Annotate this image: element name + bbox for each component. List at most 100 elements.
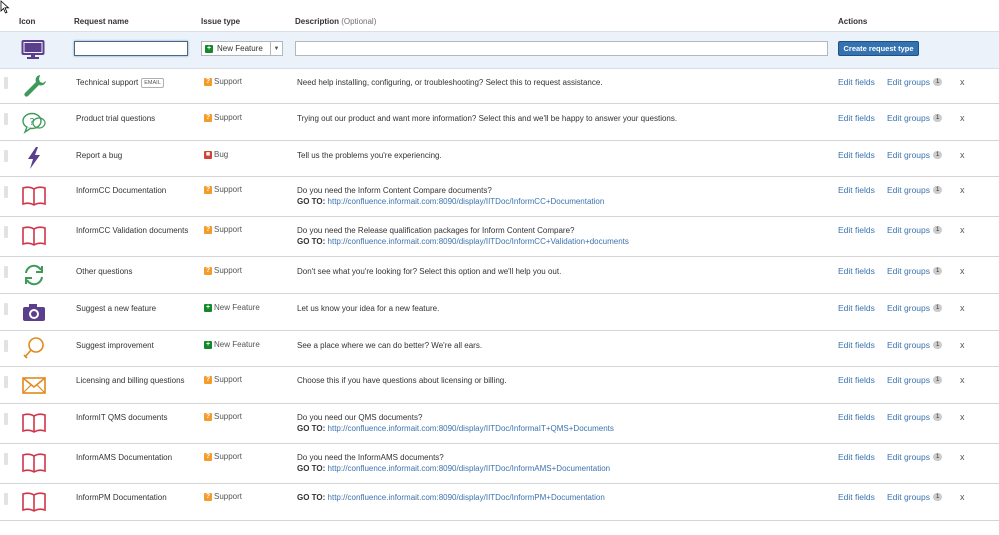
drag-handle-icon[interactable] xyxy=(4,186,8,198)
groups-count-badge: 1 xyxy=(933,341,943,349)
documentation-link[interactable]: http://confluence.informait.com:8090/dis… xyxy=(328,464,611,473)
edit-fields-link[interactable]: Edit fields xyxy=(838,150,875,160)
remove-button[interactable]: x xyxy=(960,340,965,350)
remove-button[interactable]: x xyxy=(960,375,965,385)
description: Need help installing, configuring, or tr… xyxy=(297,77,827,88)
goto-label: GO TO: xyxy=(297,493,326,502)
edit-groups-link[interactable]: Edit groups 1 xyxy=(887,225,943,235)
drag-handle-icon[interactable] xyxy=(4,113,8,125)
wrench-icon[interactable] xyxy=(21,73,47,97)
issue-type: ? Support xyxy=(204,77,242,86)
description-text: Do you need the Inform Content Compare d… xyxy=(297,186,492,195)
edit-groups-link[interactable]: Edit groups 1 xyxy=(887,375,943,385)
description-text: Choose this if you have questions about … xyxy=(297,376,507,385)
request-name: Suggest a new feature xyxy=(76,303,191,314)
issue-type-label: New Feature xyxy=(214,303,260,312)
book-icon[interactable] xyxy=(21,411,47,435)
create-request-type-button[interactable]: Create request type xyxy=(838,41,919,56)
edit-groups-link[interactable]: Edit groups 1 xyxy=(887,113,943,123)
edit-groups-link[interactable]: Edit groups 1 xyxy=(887,412,943,422)
request-name-label: InformCC Validation documents xyxy=(76,226,189,235)
remove-button[interactable]: x xyxy=(960,266,965,276)
drag-handle-icon[interactable] xyxy=(4,413,8,425)
edit-fields-link[interactable]: Edit fields xyxy=(838,412,875,422)
speech-question-icon[interactable]: ? xyxy=(21,110,47,134)
edit-groups-link[interactable]: Edit groups 1 xyxy=(887,452,943,462)
remove-button[interactable]: x xyxy=(960,492,965,502)
description: See a place where we can do better? We'r… xyxy=(297,340,827,351)
documentation-link[interactable]: http://confluence.informait.com:8090/dis… xyxy=(328,237,629,246)
request-name: InformAMS Documentation xyxy=(76,452,191,463)
request-type-row: Other questions ? Support Don't see what… xyxy=(0,256,999,294)
edit-fields-link[interactable]: Edit fields xyxy=(838,492,875,502)
edit-groups-link[interactable]: Edit groups 1 xyxy=(887,340,943,350)
drag-handle-icon[interactable] xyxy=(4,453,8,465)
edit-fields-link[interactable]: Edit fields xyxy=(838,185,875,195)
groups-count-badge: 1 xyxy=(933,78,943,86)
issue-type-label: Support xyxy=(214,266,243,275)
book-icon[interactable] xyxy=(21,184,47,208)
description-input[interactable] xyxy=(295,41,828,56)
lightning-icon[interactable] xyxy=(21,146,47,170)
description-text: Do you need the InformAMS documents? xyxy=(297,453,444,462)
refresh-icon[interactable] xyxy=(21,263,47,287)
drag-handle-icon[interactable] xyxy=(4,376,8,388)
drag-handle-icon[interactable] xyxy=(4,303,8,315)
drag-handle-icon[interactable] xyxy=(4,493,8,505)
issue-type-label: Support xyxy=(214,225,243,234)
edit-fields-link[interactable]: Edit fields xyxy=(838,113,875,123)
edit-groups-link[interactable]: Edit groups 1 xyxy=(887,185,943,195)
request-type-row: Report a bug ■ Bug Tell us the problems … xyxy=(0,140,999,177)
book-icon[interactable] xyxy=(21,490,47,514)
edit-groups-link[interactable]: Edit groups 1 xyxy=(887,77,943,87)
issue-type-select[interactable]: + New Feature ▼ xyxy=(201,41,283,56)
edit-fields-link[interactable]: Edit fields xyxy=(838,340,875,350)
remove-button[interactable]: x xyxy=(960,185,965,195)
book-icon[interactable] xyxy=(21,451,47,475)
chevron-down-icon[interactable]: ▼ xyxy=(270,42,282,55)
support-icon: ? xyxy=(204,113,212,122)
edit-groups-link[interactable]: Edit groups 1 xyxy=(887,150,943,160)
remove-button[interactable]: x xyxy=(960,113,965,123)
remove-button[interactable]: x xyxy=(960,303,965,313)
groups-count-badge: 1 xyxy=(933,151,943,159)
remove-button[interactable]: x xyxy=(960,77,965,87)
drag-handle-icon[interactable] xyxy=(4,150,8,162)
monitor-icon[interactable] xyxy=(21,39,45,61)
edit-fields-link[interactable]: Edit fields xyxy=(838,303,875,313)
edit-groups-link[interactable]: Edit groups 1 xyxy=(887,492,943,502)
edit-fields-link[interactable]: Edit fields xyxy=(838,266,875,276)
edit-fields-link[interactable]: Edit fields xyxy=(838,77,875,87)
request-name: InformPM Documentation xyxy=(76,492,191,503)
groups-count-badge: 1 xyxy=(933,493,943,501)
drag-handle-icon[interactable] xyxy=(4,340,8,352)
remove-button[interactable]: x xyxy=(960,150,965,160)
issue-type: ? Support xyxy=(204,375,242,384)
new-feature-icon: + xyxy=(204,340,212,349)
documentation-link[interactable]: http://confluence.informait.com:8090/dis… xyxy=(328,493,605,502)
drag-handle-icon[interactable] xyxy=(4,226,8,238)
drag-handle-icon[interactable] xyxy=(4,77,8,89)
remove-button[interactable]: x xyxy=(960,412,965,422)
table-header: Icon Request name Issue type Description… xyxy=(0,0,999,30)
edit-fields-link[interactable]: Edit fields xyxy=(838,225,875,235)
description-text: Don't see what you're looking for? Selec… xyxy=(297,267,562,276)
edit-fields-link[interactable]: Edit fields xyxy=(838,375,875,385)
book-icon[interactable] xyxy=(21,224,47,248)
envelope-icon[interactable] xyxy=(21,373,47,397)
issue-type: ? Support xyxy=(204,225,242,234)
edit-groups-link[interactable]: Edit groups 1 xyxy=(887,303,943,313)
lightbulb-icon[interactable] xyxy=(21,336,47,360)
documentation-link[interactable]: http://confluence.informait.com:8090/dis… xyxy=(328,197,605,206)
goto-line: GO TO: http://confluence.informait.com:8… xyxy=(297,492,827,503)
edit-fields-link[interactable]: Edit fields xyxy=(838,452,875,462)
remove-button[interactable]: x xyxy=(960,225,965,235)
request-name-input[interactable] xyxy=(74,41,188,56)
request-name-label: Technical support xyxy=(76,78,139,87)
drag-handle-icon[interactable] xyxy=(4,266,8,278)
edit-groups-link[interactable]: Edit groups 1 xyxy=(887,266,943,276)
camera-icon[interactable] xyxy=(21,300,47,324)
documentation-link[interactable]: http://confluence.informait.com:8090/dis… xyxy=(328,424,614,433)
remove-button[interactable]: x xyxy=(960,452,965,462)
request-name: Suggest improvement xyxy=(76,340,191,351)
